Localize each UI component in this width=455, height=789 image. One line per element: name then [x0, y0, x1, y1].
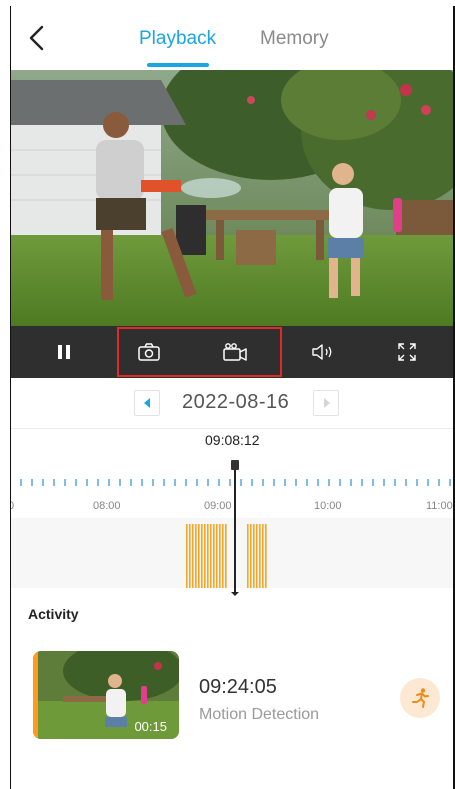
recording-segment[interactable] [198, 524, 200, 588]
camera-snapshot-icon [138, 343, 160, 361]
active-tab-indicator [147, 63, 209, 67]
next-date-button[interactable] [313, 390, 339, 416]
timeline-label: 11:00 [426, 500, 453, 512]
recording-segment[interactable] [225, 524, 227, 588]
date-navigator: 2022-08-16 [11, 384, 453, 429]
recording-segment[interactable] [186, 524, 188, 588]
pause-button[interactable] [39, 326, 89, 378]
recording-segment[interactable] [210, 524, 212, 588]
caret-right-icon [324, 398, 330, 408]
snapshot-button[interactable] [124, 326, 174, 378]
recording-segment[interactable] [253, 524, 255, 588]
recording-segment[interactable] [250, 524, 252, 588]
event-marker [33, 651, 38, 739]
activity-time: 09:24:05 [199, 676, 277, 698]
activity-thumbnail[interactable]: 00:15 [33, 651, 179, 739]
caret-left-icon [144, 398, 150, 408]
recording-segment[interactable] [219, 524, 221, 588]
timeline-label: 0 [11, 500, 14, 512]
recording-segment[interactable] [201, 524, 203, 588]
recording-segment[interactable] [259, 524, 261, 588]
volume-icon [312, 344, 332, 360]
timeline-scale [20, 460, 451, 596]
fullscreen-icon [398, 343, 416, 361]
prev-date-button[interactable] [134, 390, 160, 416]
tab-memory[interactable]: Memory [260, 28, 329, 50]
activity-title: Activity [28, 606, 79, 622]
recording-segment[interactable] [262, 524, 264, 588]
recording-segment[interactable] [213, 524, 215, 588]
motion-badge [400, 678, 440, 718]
recording-segment[interactable] [192, 524, 194, 588]
activity-type: Motion Detection [199, 706, 320, 723]
running-person-icon [412, 688, 429, 708]
volume-button[interactable] [298, 326, 348, 378]
video-player[interactable] [11, 70, 453, 326]
timeline-label: 09:00 [204, 500, 232, 512]
timeline-label: 08:00 [93, 500, 121, 512]
recording-segment[interactable] [265, 524, 267, 588]
current-date: 2022-08-16 [182, 391, 290, 413]
recording-segment[interactable] [207, 524, 209, 588]
recording-segment[interactable] [222, 524, 224, 588]
chevron-left-icon [29, 25, 44, 51]
video-record-icon [223, 343, 247, 361]
recording-segment[interactable] [216, 524, 218, 588]
recording-segment[interactable] [247, 524, 249, 588]
player-controls-bar [11, 326, 453, 378]
tab-playback[interactable]: Playback [139, 28, 216, 50]
video-frame-image [11, 70, 453, 326]
clip-duration: 00:15 [134, 719, 167, 734]
timeline[interactable]: 09:08:12 0 08:00 09:00 10:00 11:00 [11, 428, 453, 596]
back-button[interactable] [25, 24, 49, 52]
recording-segment[interactable] [256, 524, 258, 588]
fullscreen-button[interactable] [382, 326, 432, 378]
header: Playback Memory [11, 6, 453, 70]
record-button[interactable] [210, 326, 260, 378]
app-screen: Playback Memory 2022-08-16 09:08:12 08:0… [10, 6, 455, 789]
pause-icon [58, 345, 70, 359]
recording-segment[interactable] [195, 524, 197, 588]
timeline-label: 10:00 [314, 500, 342, 512]
recording-segment[interactable] [189, 524, 191, 588]
recording-segment[interactable] [204, 524, 206, 588]
